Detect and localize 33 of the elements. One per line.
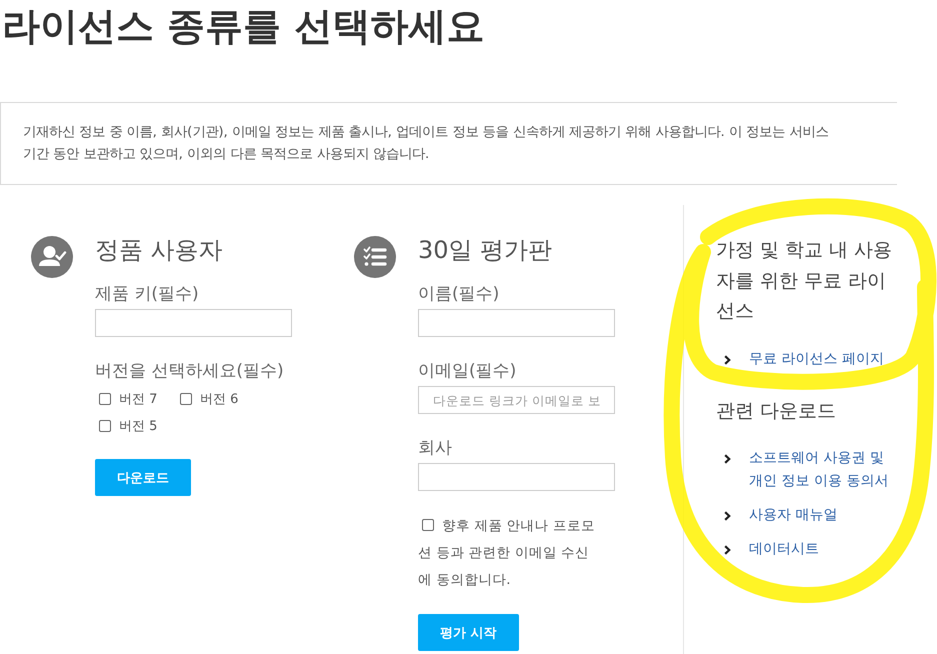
sidebar-link[interactable]: 데이터시트 xyxy=(749,538,899,561)
consent-checkbox[interactable]: 향후 제품 안내나 프로모션 등과 관련한 이메일 수신에 동의합니다. xyxy=(418,513,596,594)
notice-text: 기재하신 정보 중 이름, 회사(기관), 이메일 정보는 제품 출시나, 업데이트 정보 등을 신속하게 제공하기 위해 사용합니다. 이 정보는 서비스 기간 동안 보관하고 있으며, 이외의 다른 목적으로 사용되지 않습니다. xyxy=(23,124,830,164)
input-field[interactable]: 다운로드 링크가 이메일로 보 xyxy=(418,386,615,414)
field-label: 제품 키(필수) xyxy=(95,283,199,306)
sidebar-heading: 가정 및 학교 내 사용자를 위한 무료 라이선스 xyxy=(716,238,894,324)
sidebar-link[interactable]: 사용자 매뉴얼 xyxy=(749,504,899,527)
chevron-right-icon xyxy=(724,511,731,521)
sidebar-link[interactable]: 소프트웨어 사용권 및 개인 정보 이용 동의서 xyxy=(749,447,899,493)
input-field[interactable] xyxy=(418,309,615,337)
chevron-right-icon xyxy=(724,454,731,464)
checkbox-label: 버전 6 xyxy=(200,390,238,408)
checkbox[interactable] xyxy=(99,420,111,432)
field-label: 이메일(필수) xyxy=(418,360,516,383)
field-label: 회사 xyxy=(418,437,452,460)
checklist-icon xyxy=(354,236,396,278)
sidebar-heading: 관련 다운로드 xyxy=(716,398,838,424)
field-label: 이름(필수) xyxy=(418,283,500,306)
user-check-icon xyxy=(31,236,73,278)
section-heading: 30일 평가판 xyxy=(418,235,552,266)
checkbox[interactable] xyxy=(180,392,192,404)
section-heading: 정품 사용자 xyxy=(95,235,223,266)
chevron-right-icon xyxy=(724,354,731,364)
page-title: 라이선스 종류를 선택하세요 xyxy=(2,3,484,50)
input-field[interactable] xyxy=(418,463,615,491)
field-label: 버전을 선택하세요(필수) xyxy=(95,360,284,383)
checkbox[interactable] xyxy=(99,392,111,404)
checkbox[interactable] xyxy=(422,519,434,531)
chevron-right-icon xyxy=(724,545,731,555)
input-field[interactable] xyxy=(95,309,292,337)
checkbox-label: 버전 7 xyxy=(119,390,158,408)
sidebar-link[interactable]: 무료 라이선스 페이지 xyxy=(749,348,899,370)
checkbox-label: 버전 5 xyxy=(119,418,158,434)
